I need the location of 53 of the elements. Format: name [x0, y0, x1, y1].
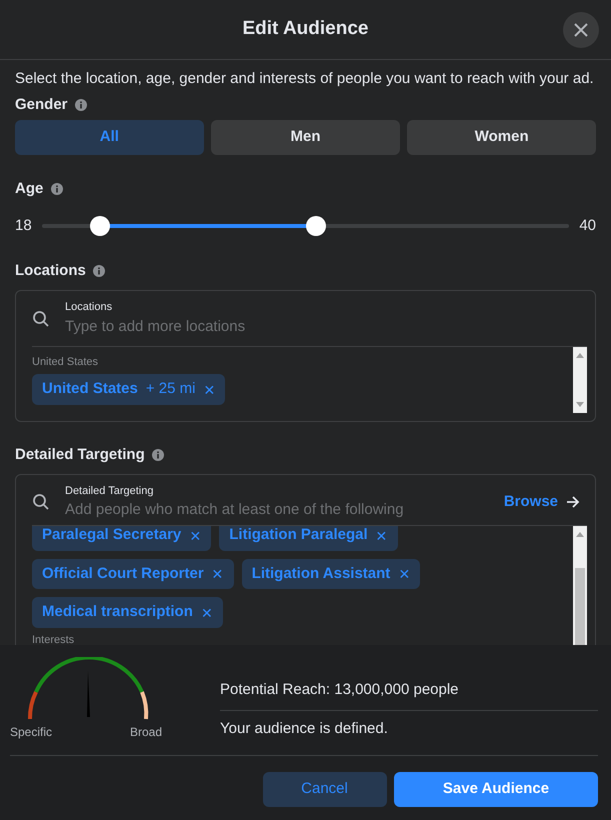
- slider-thumb[interactable]: [306, 216, 326, 236]
- gender-option[interactable]: Men: [211, 120, 400, 155]
- scroll-down-icon: [575, 402, 585, 408]
- info-icon: [93, 265, 106, 278]
- browse-link[interactable]: Browse: [504, 490, 580, 514]
- info-icon: [50, 182, 63, 195]
- search-icon: [32, 493, 50, 511]
- gender-option[interactable]: All: [15, 120, 204, 155]
- cancel-button[interactable]: Cancel: [262, 772, 386, 807]
- age-min-value: 18: [15, 216, 32, 236]
- targeting-field[interactable]: Detailed Targeting Add people who match at least one of the following Browse Paralegal Secretary ✕ Litigation Paralegal ✕ Official Court Reporter ✕ Litigation Assistant ✕ Medical transcription ✕ Interests: [15, 474, 596, 646]
- field-label: Detailed Targeting: [65, 484, 154, 498]
- remove-button[interactable]: ✕: [376, 528, 388, 542]
- section-label: Age: [15, 178, 44, 198]
- tag-label: Litigation Paralegal: [229, 526, 368, 546]
- scroll-up-icon: [575, 531, 585, 538]
- intro-text: Select the location, age, gender and interests of people you want to reach with your ad.: [15, 68, 595, 88]
- slider-thumb[interactable]: [90, 216, 110, 236]
- radius-label: + 25 mi: [146, 379, 196, 400]
- gender-option[interactable]: Women: [407, 120, 596, 155]
- info-icon: [152, 448, 164, 461]
- group-label: Interests: [32, 632, 76, 646]
- tag-label: Medical transcription: [42, 602, 193, 622]
- remove-button[interactable]: ✕: [200, 606, 213, 620]
- tag-label: Litigation Assistant: [252, 564, 390, 584]
- remove-button[interactable]: ✕: [212, 567, 224, 581]
- reach-text: Potential Reach: 13,000,000 people: [220, 679, 598, 710]
- gauge-high-label: Broad: [130, 724, 162, 741]
- remove-button[interactable]: ✕: [398, 567, 410, 581]
- tag-label: United States: [42, 379, 138, 400]
- scrollbar[interactable]: [573, 346, 587, 412]
- tag-label: Official Court Reporter: [42, 564, 204, 584]
- locations-field[interactable]: Locations Type to add more locations United States United States + 25 mi ✕: [15, 290, 596, 422]
- remove-button[interactable]: ✕: [203, 382, 216, 396]
- search-icon: [32, 310, 50, 328]
- section-label: Locations: [15, 261, 86, 281]
- dialog-title: Edit Audience: [242, 17, 368, 42]
- status-text: Your audience is defined.: [220, 719, 389, 739]
- scroll-up-icon: [575, 352, 585, 358]
- tag-label: Paralegal Secretary: [42, 526, 182, 546]
- age-max-value: 40: [579, 216, 596, 236]
- section-label: Gender: [15, 94, 68, 115]
- arrow-right-icon: [566, 496, 580, 508]
- group-label: United States: [32, 355, 100, 370]
- close-button[interactable]: [563, 12, 599, 48]
- section-label: Detailed Targeting: [15, 444, 145, 464]
- info-icon: [75, 99, 88, 111]
- field-label: Locations: [65, 300, 114, 315]
- gauge-low-label: Specific: [10, 724, 52, 741]
- save-button[interactable]: Save Audience: [394, 772, 598, 807]
- remove-button[interactable]: ✕: [189, 528, 202, 542]
- scrollbar[interactable]: [573, 526, 587, 646]
- close-icon: [573, 22, 589, 38]
